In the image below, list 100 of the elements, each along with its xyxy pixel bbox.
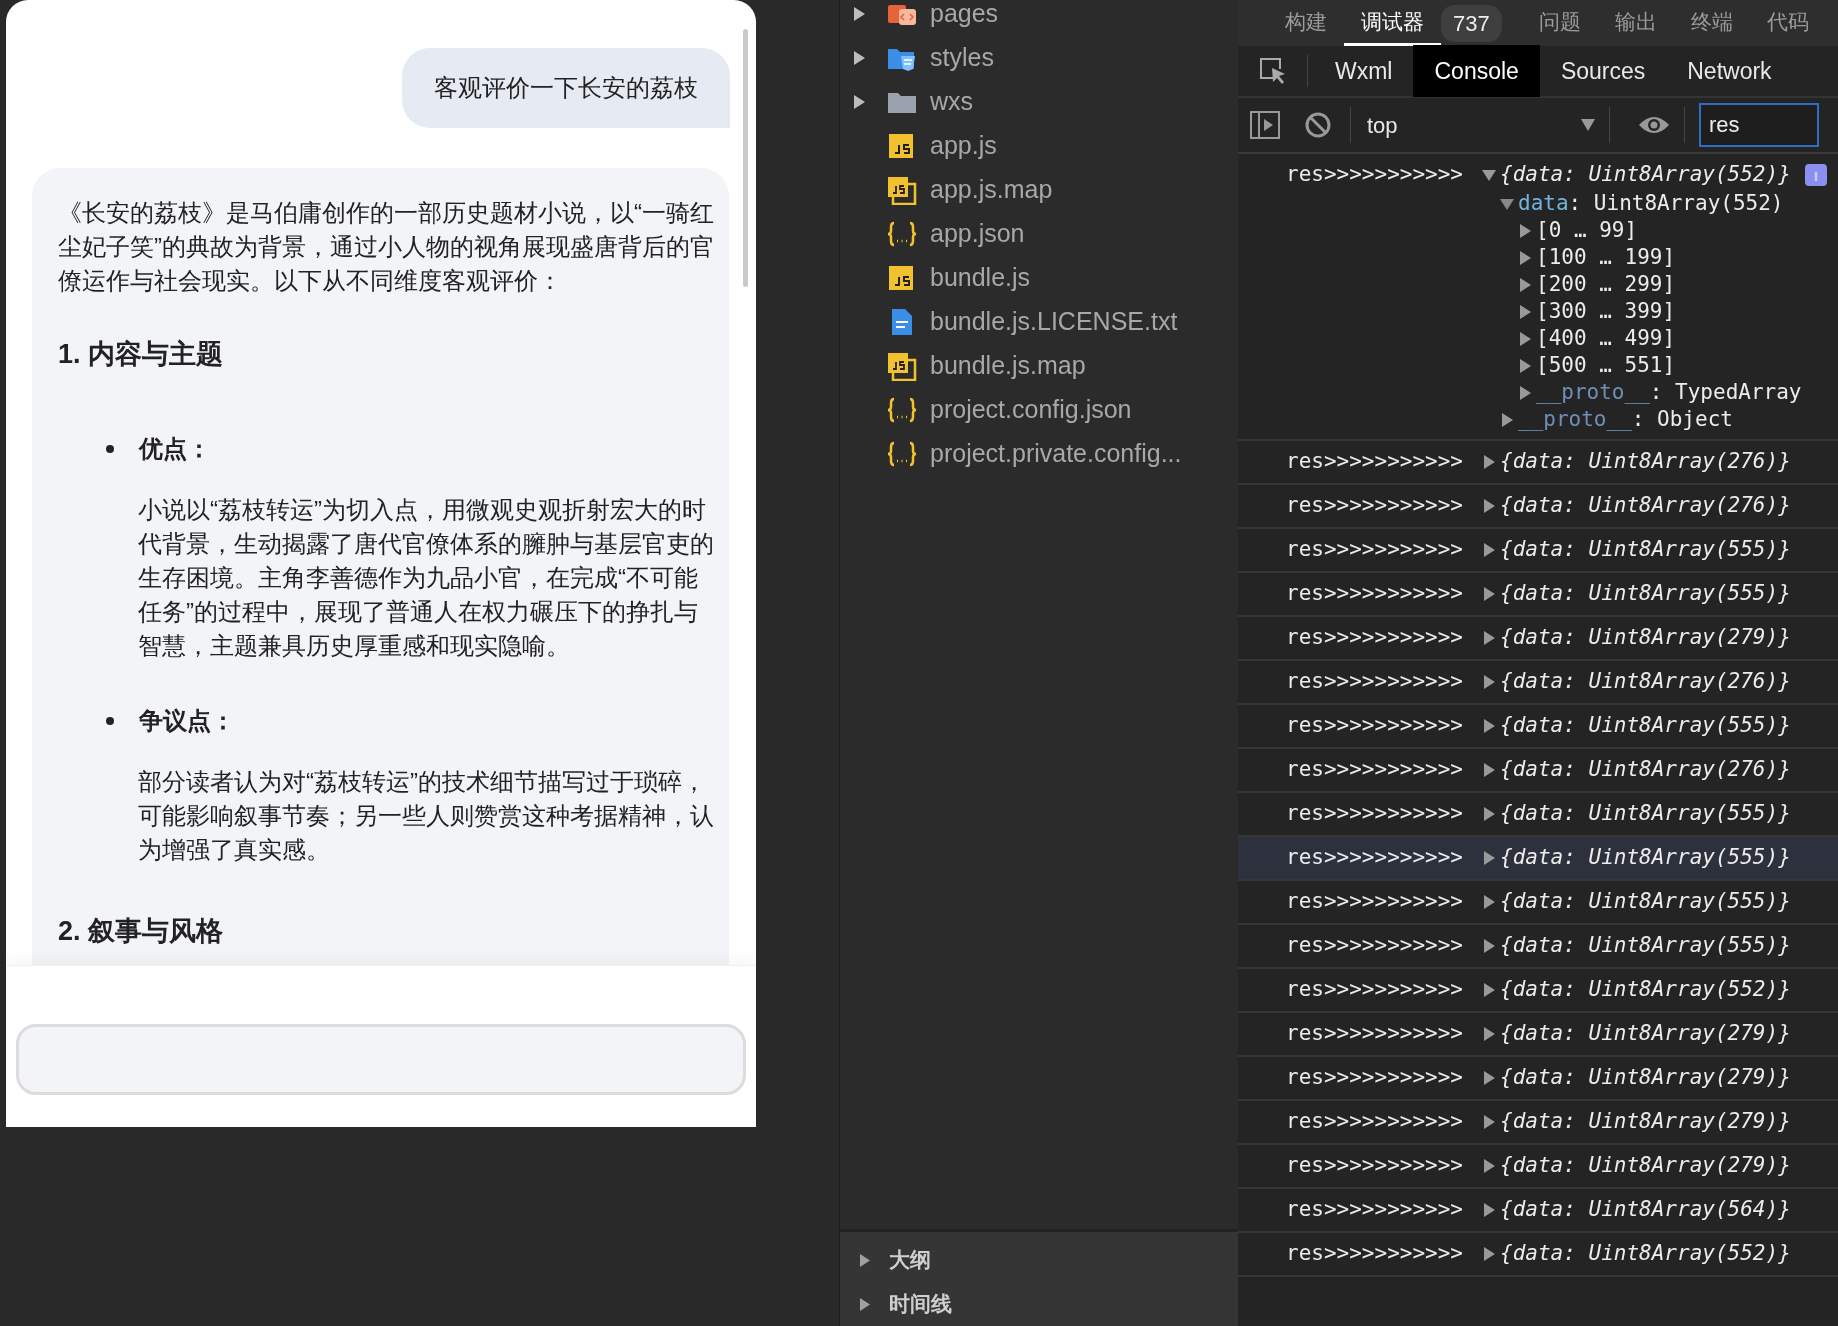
console-entry[interactable]: res>>>>>>>>>>> {data: Uint8Array(555)} [1238,925,1838,969]
object-summary[interactable]: {data: Uint8Array(279)} [1500,1150,1791,1182]
console-entry[interactable]: res>>>>>>>>>>> {data: Uint8Array(279)} [1238,1057,1838,1101]
object-summary[interactable]: {data: Uint8Array(555)} [1500,842,1791,874]
object-summary[interactable]: {data: Uint8Array(555)} [1500,930,1791,962]
object-summary[interactable]: {data: Uint8Array(564)} [1500,1194,1791,1226]
expand-arrow-icon[interactable] [1482,719,1496,733]
object-summary[interactable]: {data: Uint8Array(555)} [1500,798,1791,830]
expand-arrow-icon[interactable] [858,1297,871,1311]
object-summary[interactable]: {data: Uint8Array(276)} [1500,446,1791,478]
expand-arrow-icon[interactable] [1482,983,1496,997]
file-tree-item[interactable]: app.js [840,124,1238,168]
console-entry[interactable]: res>>>>>>>>>>> {data: Uint8Array(555)} [1238,881,1838,925]
object-summary[interactable]: {data: Uint8Array(279)} [1500,1106,1791,1138]
file-tree-item[interactable]: project.config.json [840,388,1238,432]
object-summary[interactable]: {data: Uint8Array(555)} [1500,886,1791,918]
expand-arrow-icon[interactable] [1482,675,1496,689]
expand-arrow-icon[interactable] [1518,385,1532,400]
panel-tab[interactable]: Wxml [1314,45,1414,97]
sidebar-toggle-icon[interactable] [1250,111,1280,139]
expand-arrow-icon[interactable] [1482,1027,1496,1041]
console-entry[interactable]: res>>>>>>>>>>> {data: Uint8Array(564)} [1238,1189,1838,1233]
console-entry[interactable]: res>>>>>>>>>>> {data: Uint8Array(555)} [1238,705,1838,749]
file-tree-item[interactable]: bundle.js.map [840,344,1238,388]
console-entry[interactable]: res>>>>>>>>>>> {data: Uint8Array(555)} [1238,529,1838,573]
object-summary[interactable]: {data: Uint8Array(279)} [1500,1062,1791,1094]
expand-arrow-icon[interactable] [1518,277,1532,292]
tool-tab[interactable]: 构建 [1268,0,1344,46]
object-summary[interactable]: {data: Uint8Array(555)} [1500,534,1791,566]
console-entry[interactable]: res>>>>>>>>>>> {data: Uint8Array(276)} [1238,441,1838,485]
chat-input-field[interactable] [16,1024,746,1095]
object-summary[interactable]: {data: Uint8Array(279)} [1500,622,1791,654]
expand-arrow-icon[interactable] [1482,499,1496,513]
panel-tab[interactable]: Sources [1539,45,1667,97]
expand-arrow-icon[interactable] [1500,412,1514,427]
file-tree-item[interactable]: wxs [840,80,1238,124]
file-tree-item[interactable]: styles [840,36,1238,80]
console-entry[interactable]: res>>>>>>>>>>> {data: Uint8Array(552)} [1238,969,1838,1013]
expand-arrow-icon[interactable] [1482,1203,1496,1217]
expand-arrow-icon[interactable] [1500,196,1514,211]
file-tree-item[interactable]: pages [840,0,1238,36]
panel-tab[interactable]: Network [1666,45,1793,97]
scrollbar[interactable] [743,29,748,287]
console-entry[interactable]: res>>>>>>>>>>> {data: Uint8Array(555)} [1238,837,1838,881]
expand-arrow-icon[interactable] [1482,895,1496,909]
expand-arrow-icon[interactable] [1482,1159,1496,1173]
expand-arrow-icon[interactable] [1482,763,1496,777]
console-entry[interactable]: res>>>>>>>>>>> {data: Uint8Array(279)} [1238,1101,1838,1145]
console-entry[interactable]: res>>>>>>>>>>> {data: Uint8Array(552)} [1238,1233,1838,1277]
file-tree-item[interactable]: bundle.js.LICENSE.txt [840,300,1238,344]
tool-tab[interactable]: 终端 [1673,0,1750,46]
expand-arrow-icon[interactable] [1518,331,1532,346]
object-summary[interactable]: {data: Uint8Array(279)} [1500,1018,1791,1050]
expand-arrow-icon[interactable] [852,7,866,21]
expand-arrow-icon[interactable] [852,51,866,65]
expand-arrow-icon[interactable] [1518,223,1532,238]
file-tree-item[interactable]: app.json [840,212,1238,256]
console-entry[interactable]: res>>>>>>>>>>> {data: Uint8Array(279)} [1238,1013,1838,1057]
console-entry[interactable]: res>>>>>>>>>>> {data: Uint8Array(276)} [1238,485,1838,529]
object-summary[interactable]: {data: Uint8Array(552)} [1500,974,1791,1006]
file-tree-item[interactable]: app.js.map [840,168,1238,212]
expand-arrow-icon[interactable] [1518,250,1532,265]
context-dropdown[interactable]: top [1350,107,1610,143]
expand-arrow-icon[interactable] [1518,304,1532,319]
object-summary[interactable]: {data: Uint8Array(552)} [1500,1238,1791,1270]
object-summary[interactable]: {data: Uint8Array(276)} [1500,490,1791,522]
expand-arrow-icon[interactable] [1482,1247,1496,1261]
panel-tab[interactable]: Console [1413,45,1540,97]
object-summary[interactable]: {data: Uint8Array(555)} [1500,710,1791,742]
object-summary[interactable]: {data: Uint8Array(276)} [1500,754,1791,786]
console-entry[interactable]: res>>>>>>>>>>> {data: Uint8Array(276)} [1238,661,1838,705]
console-entry[interactable]: res>>>>>>>>>>> {data: Uint8Array(279)} [1238,1145,1838,1189]
expand-arrow-icon[interactable] [1482,1071,1496,1085]
object-summary[interactable]: {data: Uint8Array(276)} [1500,666,1791,698]
filter-field[interactable]: res [1699,103,1819,147]
tool-tab[interactable]: 输出 [1597,0,1674,46]
tool-tab[interactable]: 代码 [1749,0,1826,46]
console-entry[interactable]: res>>>>>>>>>>> {data: Uint8Array(276)} [1238,749,1838,793]
file-tree-item[interactable]: bundle.js [840,256,1238,300]
expand-arrow-icon[interactable] [1482,807,1496,821]
tool-tab[interactable]: 问题 [1521,0,1598,46]
expand-arrow-icon[interactable] [1518,358,1532,373]
expand-arrow-icon[interactable] [1482,939,1496,953]
console-entry[interactable]: res>>>>>>>>>>> {data: Uint8Array(279)} [1238,617,1838,661]
panel-header[interactable]: 大纲 [840,1238,1238,1282]
expand-arrow-icon[interactable] [852,95,866,109]
expand-arrow-icon[interactable] [1482,851,1496,865]
console-entry[interactable]: res>>>>>>>>>>> {data: Uint8Array(555)} [1238,573,1838,617]
panel-header[interactable]: 时间线 [840,1282,1238,1326]
clear-console-icon[interactable] [1304,111,1332,139]
expand-arrow-icon[interactable] [1482,631,1496,645]
expand-arrow-icon[interactable] [1482,587,1496,601]
expand-arrow-icon[interactable] [1482,168,1496,182]
expand-arrow-icon[interactable] [1482,1115,1496,1129]
console-entry[interactable]: res>>>>>>>>>>> {data: Uint8Array(552)} data: Uint8Array(552) [0 … 99] [100 … 199] [200 … 299] [300 … 399] [400 … 499] [500 … 551] __proto__: TypedArray __proto__: Object [1238,154,1838,441]
expand-arrow-icon[interactable] [1482,455,1496,469]
expand-arrow-icon[interactable] [1482,543,1496,557]
expand-arrow-icon[interactable] [858,1253,871,1267]
object-summary[interactable]: {data: Uint8Array(555)} [1500,578,1791,610]
file-tree-item[interactable]: project.private.config... [840,432,1238,476]
